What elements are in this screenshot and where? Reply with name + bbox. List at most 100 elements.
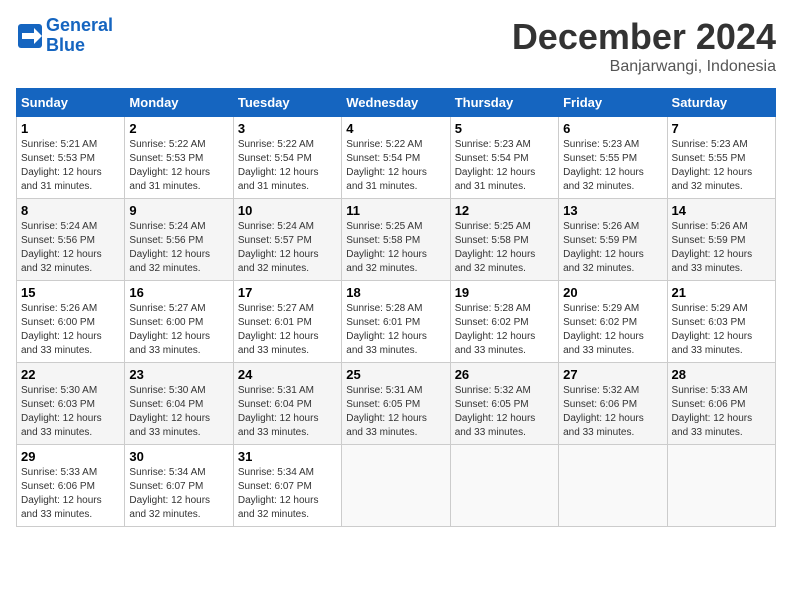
day-cell: 11 Sunrise: 5:25 AMSunset: 5:58 PMDaylig… <box>342 199 450 281</box>
day-info: Sunrise: 5:33 AMSunset: 6:06 PMDaylight:… <box>21 466 120 522</box>
day-cell <box>342 445 450 527</box>
day-cell: 12 Sunrise: 5:25 AMSunset: 5:58 PMDaylig… <box>450 199 558 281</box>
day-cell: 5 Sunrise: 5:23 AMSunset: 5:54 PMDayligh… <box>450 117 558 199</box>
day-info: Sunrise: 5:21 AMSunset: 5:53 PMDaylight:… <box>21 138 120 194</box>
day-cell: 20 Sunrise: 5:29 AMSunset: 6:02 PMDaylig… <box>559 281 667 363</box>
day-info: Sunrise: 5:22 AMSunset: 5:54 PMDaylight:… <box>346 138 445 194</box>
day-info: Sunrise: 5:34 AMSunset: 6:07 PMDaylight:… <box>238 466 337 522</box>
day-cell: 17 Sunrise: 5:27 AMSunset: 6:01 PMDaylig… <box>233 281 341 363</box>
month-title: December 2024 <box>512 16 776 58</box>
day-number: 16 <box>129 285 228 300</box>
day-number: 26 <box>455 367 554 382</box>
day-info: Sunrise: 5:26 AMSunset: 5:59 PMDaylight:… <box>672 220 771 276</box>
day-info: Sunrise: 5:33 AMSunset: 6:06 PMDaylight:… <box>672 384 771 440</box>
day-cell <box>450 445 558 527</box>
day-cell <box>667 445 775 527</box>
logo-text: General Blue <box>46 16 113 56</box>
day-info: Sunrise: 5:32 AMSunset: 6:05 PMDaylight:… <box>455 384 554 440</box>
day-number: 15 <box>21 285 120 300</box>
page-header: General Blue December 2024 Banjarwangi, … <box>16 16 776 76</box>
week-row-5: 29 Sunrise: 5:33 AMSunset: 6:06 PMDaylig… <box>17 445 776 527</box>
day-cell: 15 Sunrise: 5:26 AMSunset: 6:00 PMDaylig… <box>17 281 125 363</box>
day-cell: 1 Sunrise: 5:21 AMSunset: 5:53 PMDayligh… <box>17 117 125 199</box>
day-number: 3 <box>238 121 337 136</box>
day-number: 25 <box>346 367 445 382</box>
day-info: Sunrise: 5:29 AMSunset: 6:02 PMDaylight:… <box>563 302 662 358</box>
logo: General Blue <box>16 16 113 56</box>
location: Banjarwangi, Indonesia <box>512 58 776 76</box>
day-number: 19 <box>455 285 554 300</box>
day-cell <box>559 445 667 527</box>
day-info: Sunrise: 5:30 AMSunset: 6:03 PMDaylight:… <box>21 384 120 440</box>
day-number: 28 <box>672 367 771 382</box>
day-cell: 30 Sunrise: 5:34 AMSunset: 6:07 PMDaylig… <box>125 445 233 527</box>
header-wednesday: Wednesday <box>342 89 450 117</box>
day-number: 2 <box>129 121 228 136</box>
day-cell: 8 Sunrise: 5:24 AMSunset: 5:56 PMDayligh… <box>17 199 125 281</box>
day-number: 18 <box>346 285 445 300</box>
week-row-3: 15 Sunrise: 5:26 AMSunset: 6:00 PMDaylig… <box>17 281 776 363</box>
day-cell: 16 Sunrise: 5:27 AMSunset: 6:00 PMDaylig… <box>125 281 233 363</box>
day-number: 30 <box>129 449 228 464</box>
day-number: 21 <box>672 285 771 300</box>
day-number: 4 <box>346 121 445 136</box>
day-cell: 21 Sunrise: 5:29 AMSunset: 6:03 PMDaylig… <box>667 281 775 363</box>
day-info: Sunrise: 5:23 AMSunset: 5:54 PMDaylight:… <box>455 138 554 194</box>
day-info: Sunrise: 5:24 AMSunset: 5:57 PMDaylight:… <box>238 220 337 276</box>
day-number: 7 <box>672 121 771 136</box>
day-cell: 23 Sunrise: 5:30 AMSunset: 6:04 PMDaylig… <box>125 363 233 445</box>
day-cell: 31 Sunrise: 5:34 AMSunset: 6:07 PMDaylig… <box>233 445 341 527</box>
day-info: Sunrise: 5:25 AMSunset: 5:58 PMDaylight:… <box>455 220 554 276</box>
day-number: 14 <box>672 203 771 218</box>
calendar-table: Sunday Monday Tuesday Wednesday Thursday… <box>16 88 776 527</box>
header-row: Sunday Monday Tuesday Wednesday Thursday… <box>17 89 776 117</box>
day-cell: 25 Sunrise: 5:31 AMSunset: 6:05 PMDaylig… <box>342 363 450 445</box>
day-cell: 10 Sunrise: 5:24 AMSunset: 5:57 PMDaylig… <box>233 199 341 281</box>
day-info: Sunrise: 5:24 AMSunset: 5:56 PMDaylight:… <box>21 220 120 276</box>
day-info: Sunrise: 5:28 AMSunset: 6:02 PMDaylight:… <box>455 302 554 358</box>
day-info: Sunrise: 5:28 AMSunset: 6:01 PMDaylight:… <box>346 302 445 358</box>
day-cell: 7 Sunrise: 5:23 AMSunset: 5:55 PMDayligh… <box>667 117 775 199</box>
header-tuesday: Tuesday <box>233 89 341 117</box>
day-cell: 28 Sunrise: 5:33 AMSunset: 6:06 PMDaylig… <box>667 363 775 445</box>
day-info: Sunrise: 5:23 AMSunset: 5:55 PMDaylight:… <box>563 138 662 194</box>
header-thursday: Thursday <box>450 89 558 117</box>
day-info: Sunrise: 5:31 AMSunset: 6:05 PMDaylight:… <box>346 384 445 440</box>
day-info: Sunrise: 5:34 AMSunset: 6:07 PMDaylight:… <box>129 466 228 522</box>
day-cell: 24 Sunrise: 5:31 AMSunset: 6:04 PMDaylig… <box>233 363 341 445</box>
day-number: 20 <box>563 285 662 300</box>
day-cell: 19 Sunrise: 5:28 AMSunset: 6:02 PMDaylig… <box>450 281 558 363</box>
day-info: Sunrise: 5:22 AMSunset: 5:54 PMDaylight:… <box>238 138 337 194</box>
day-cell: 14 Sunrise: 5:26 AMSunset: 5:59 PMDaylig… <box>667 199 775 281</box>
day-info: Sunrise: 5:26 AMSunset: 6:00 PMDaylight:… <box>21 302 120 358</box>
day-number: 29 <box>21 449 120 464</box>
day-info: Sunrise: 5:25 AMSunset: 5:58 PMDaylight:… <box>346 220 445 276</box>
day-cell: 13 Sunrise: 5:26 AMSunset: 5:59 PMDaylig… <box>559 199 667 281</box>
day-number: 24 <box>238 367 337 382</box>
day-number: 1 <box>21 121 120 136</box>
day-info: Sunrise: 5:23 AMSunset: 5:55 PMDaylight:… <box>672 138 771 194</box>
day-number: 13 <box>563 203 662 218</box>
day-cell: 26 Sunrise: 5:32 AMSunset: 6:05 PMDaylig… <box>450 363 558 445</box>
day-number: 31 <box>238 449 337 464</box>
day-cell: 27 Sunrise: 5:32 AMSunset: 6:06 PMDaylig… <box>559 363 667 445</box>
logo-icon <box>16 22 44 50</box>
week-row-2: 8 Sunrise: 5:24 AMSunset: 5:56 PMDayligh… <box>17 199 776 281</box>
day-cell: 29 Sunrise: 5:33 AMSunset: 6:06 PMDaylig… <box>17 445 125 527</box>
day-number: 11 <box>346 203 445 218</box>
header-friday: Friday <box>559 89 667 117</box>
day-cell: 18 Sunrise: 5:28 AMSunset: 6:01 PMDaylig… <box>342 281 450 363</box>
day-info: Sunrise: 5:27 AMSunset: 6:00 PMDaylight:… <box>129 302 228 358</box>
day-info: Sunrise: 5:22 AMSunset: 5:53 PMDaylight:… <box>129 138 228 194</box>
day-info: Sunrise: 5:27 AMSunset: 6:01 PMDaylight:… <box>238 302 337 358</box>
day-info: Sunrise: 5:24 AMSunset: 5:56 PMDaylight:… <box>129 220 228 276</box>
day-number: 23 <box>129 367 228 382</box>
header-sunday: Sunday <box>17 89 125 117</box>
day-number: 12 <box>455 203 554 218</box>
day-cell: 22 Sunrise: 5:30 AMSunset: 6:03 PMDaylig… <box>17 363 125 445</box>
header-monday: Monday <box>125 89 233 117</box>
day-number: 9 <box>129 203 228 218</box>
week-row-1: 1 Sunrise: 5:21 AMSunset: 5:53 PMDayligh… <box>17 117 776 199</box>
header-saturday: Saturday <box>667 89 775 117</box>
day-number: 6 <box>563 121 662 136</box>
